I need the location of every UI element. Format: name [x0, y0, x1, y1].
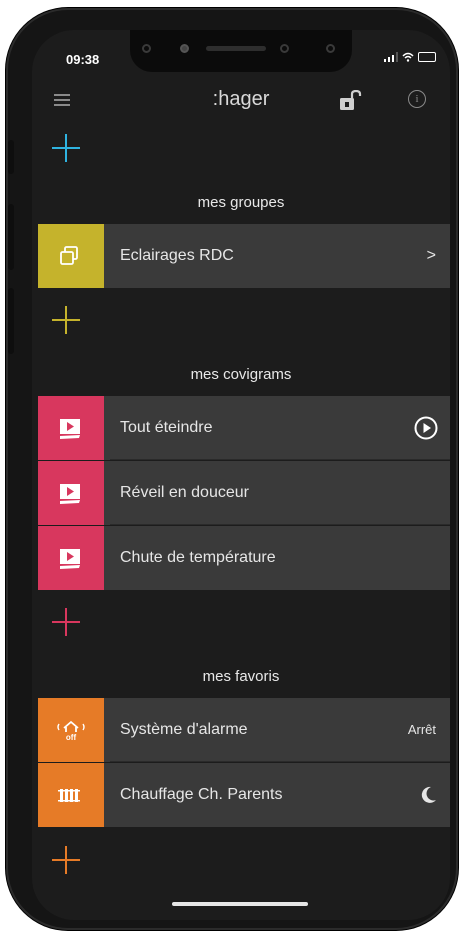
scenario-icon: [60, 549, 80, 569]
scenario-icon: [60, 419, 80, 439]
home-indicator[interactable]: [172, 902, 308, 906]
group-tile: [38, 224, 104, 288]
status-time: 09:38: [66, 52, 100, 67]
signal-icon: [384, 52, 398, 62]
status-icons: [384, 52, 436, 62]
lock-open-icon[interactable]: [338, 90, 364, 112]
alarm-status-text: Arrêt: [407, 722, 436, 737]
volume-up-button: [8, 204, 14, 270]
alarm-icon: off: [57, 720, 85, 742]
info-icon[interactable]: i: [408, 90, 426, 108]
covigram-label: Chute de température: [120, 549, 276, 566]
play-icon[interactable]: [414, 416, 438, 440]
scenario-icon: [60, 484, 80, 504]
covigram-tile: [38, 526, 104, 590]
wifi-icon: [402, 52, 414, 62]
app-logo: :hager: [212, 88, 270, 110]
radiator-icon: [58, 789, 80, 802]
favori-label: Chauffage Ch. Parents: [120, 786, 283, 803]
covigram-label: Tout éteindre: [120, 419, 213, 436]
speaker-grille: [206, 46, 266, 51]
group-row-eclairages[interactable]: Eclairages RDC >: [38, 224, 450, 288]
add-favori-icon[interactable]: [52, 846, 80, 874]
covigram-label: Réveil en douceur: [120, 484, 249, 501]
mute-switch: [8, 140, 14, 174]
covigram-tile: [38, 461, 104, 525]
phone-frame: 09:38 :hager i mes groupes Eclairages RD…: [6, 8, 458, 930]
row-divider: [110, 761, 450, 762]
row-divider: [110, 459, 450, 460]
favori-row-alarme[interactable]: off Système d'alarme Arrêt: [38, 698, 450, 762]
add-group-icon[interactable]: [52, 306, 80, 334]
row-divider: [110, 524, 450, 525]
moon-icon: [421, 786, 436, 803]
top-bar: :hager i: [32, 86, 450, 116]
sensor-dot: [142, 44, 151, 53]
favori-row-chauffage[interactable]: Chauffage Ch. Parents: [38, 763, 450, 827]
battery-icon: [418, 52, 436, 62]
covigram-tile: [38, 396, 104, 460]
covigram-row-chute-temperature[interactable]: Chute de température: [38, 526, 450, 590]
favori-tile: [38, 763, 104, 827]
covigram-row-tout-eteindre[interactable]: Tout éteindre: [38, 396, 450, 460]
notch: [130, 30, 352, 72]
group-icon: [60, 246, 78, 265]
group-label: Eclairages RDC: [120, 247, 234, 264]
sensor-dot: [280, 44, 289, 53]
screen: 09:38 :hager i mes groupes Eclairages RD…: [32, 30, 450, 920]
volume-down-button: [8, 288, 14, 354]
sensor-dot: [326, 44, 335, 53]
section-title-covigrams: mes covigrams: [190, 366, 292, 383]
covigram-row-reveil[interactable]: Réveil en douceur: [38, 461, 450, 525]
add-covigram-icon[interactable]: [52, 608, 80, 636]
favori-label: Système d'alarme: [120, 721, 248, 738]
favori-tile: off: [38, 698, 104, 762]
camera-dot: [180, 44, 189, 53]
section-title-favoris: mes favoris: [202, 668, 280, 685]
chevron-right-icon: >: [426, 247, 436, 264]
add-icon[interactable]: [52, 134, 80, 162]
alarm-off-text: off: [66, 733, 77, 742]
section-title-groupes: mes groupes: [197, 194, 285, 211]
